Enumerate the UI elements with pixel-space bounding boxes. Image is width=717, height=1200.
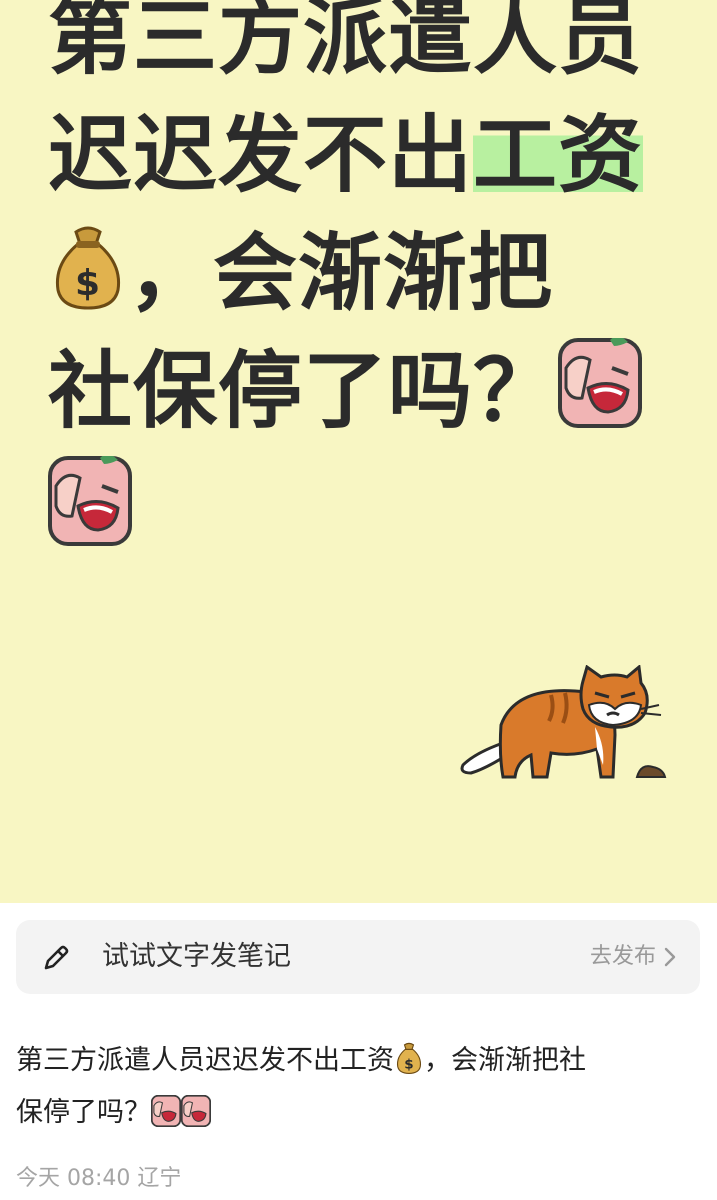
facepalm-crying-icon	[558, 336, 643, 458]
facepalm-crying-icon	[48, 454, 132, 576]
money-bag-icon: $	[48, 222, 128, 340]
svg-text:$: $	[75, 263, 101, 304]
cover-title-highlight: 工资	[473, 106, 644, 204]
cover-title-line-2: 迟迟发不出工资	[48, 96, 688, 214]
post-body: 第三方派遣人员迟迟发不出工资 $ ，会渐渐把社 保停了吗？	[16, 1038, 706, 1142]
compose-bar[interactable]: 试试文字发笔记 去发布	[16, 920, 700, 994]
cover-title: 第三方派遣人员 迟迟发不出工资 $ ，会渐渐把 社保停了吗？	[48, 0, 688, 568]
cover-title-line-3: $ ，会渐渐把	[48, 214, 688, 332]
chevron-right-icon	[664, 947, 676, 967]
post-text-part-2: ，会渐渐把社	[424, 1045, 586, 1076]
note-page: 第三方派遣人员 迟迟发不出工资 $ ，会渐渐把 社保停了吗？ 试试文字发笔记 去…	[0, 0, 717, 1200]
cover-title-line-4: 社保停了吗？	[48, 332, 688, 450]
cover-image[interactable]: 第三方派遣人员 迟迟发不出工资 $ ，会渐渐把 社保停了吗？	[0, 0, 717, 903]
compose-hint: 试试文字发笔记	[102, 941, 291, 972]
cover-title-line-3-text: ，会渐渐把	[128, 224, 554, 322]
facepalm-crying-icon	[180, 1094, 212, 1142]
cat-illustration	[460, 665, 667, 779]
facepalm-crying-icon	[150, 1094, 182, 1142]
money-bag-icon: $	[394, 1041, 424, 1090]
post-text-part-3: 保停了吗？	[16, 1097, 151, 1128]
cover-title-line-1: 第三方派遣人员	[48, 0, 644, 86]
cover-title-line-4-text: 社保停了吗？	[48, 342, 559, 440]
post-meta: 今天 08:40 辽宁	[16, 1166, 182, 1191]
cover-title-line-5	[48, 450, 688, 568]
cover-title-line-2-text: 迟迟发不出	[48, 106, 474, 204]
post-text-part-1: 第三方派遣人员迟迟发不出工资	[16, 1045, 394, 1076]
svg-text:$: $	[404, 1057, 413, 1073]
pencil-icon	[44, 945, 69, 970]
publish-button[interactable]: 去发布	[590, 942, 656, 972]
